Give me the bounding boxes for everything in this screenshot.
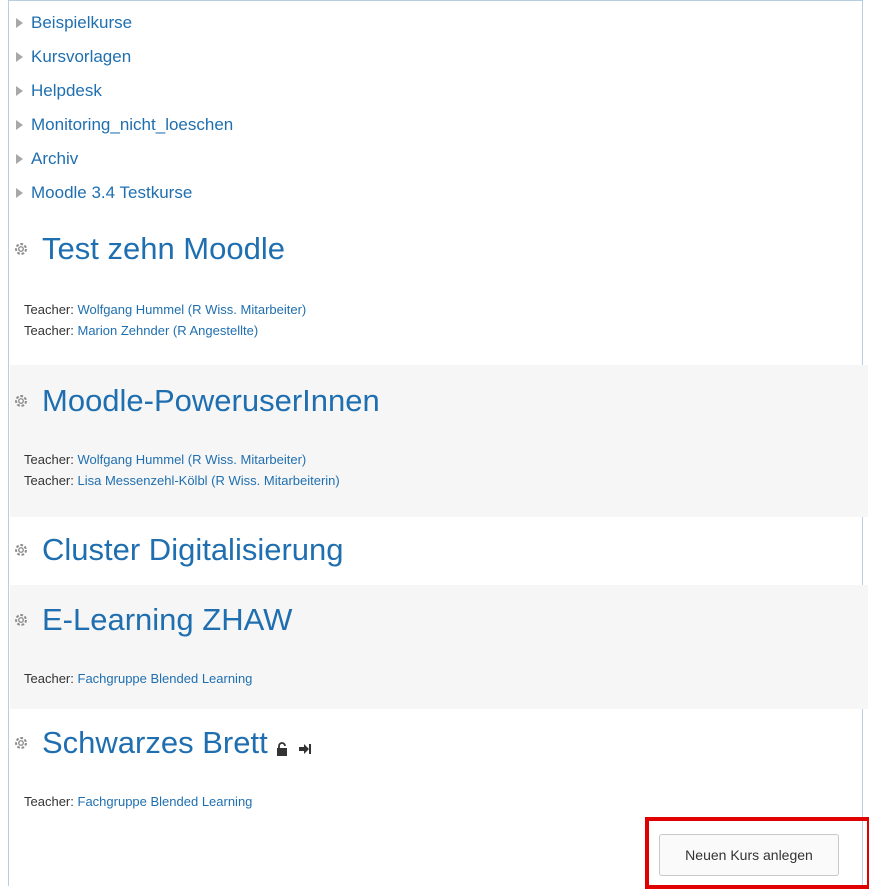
course-title-row: Test zehn Moodle <box>10 229 868 269</box>
category-label[interactable]: Beispielkurse <box>31 13 132 33</box>
new-course-button[interactable]: Neuen Kurs anlegen <box>659 834 839 876</box>
teacher-link[interactable]: Marion Zehnder (R Angestellte) <box>78 323 259 338</box>
category-item[interactable]: Monitoring_nicht_loeschen <box>16 112 233 138</box>
course-title-link[interactable]: E-Learning ZHAW <box>42 602 292 638</box>
teacher-line: Teacher: Marion Zehnder (R Angestellte) <box>10 320 868 341</box>
course-teachers: Teacher: Wolfgang Hummel (R Wiss. Mitarb… <box>10 449 868 491</box>
teacher-line: Teacher: Fachgruppe Blended Learning <box>10 791 868 812</box>
category-label[interactable]: Monitoring_nicht_loeschen <box>31 115 233 135</box>
teacher-role: Teacher: <box>24 452 74 467</box>
expand-icon <box>16 18 23 28</box>
teacher-role: Teacher: <box>24 794 74 809</box>
course-item: Moodle-PoweruserInnen Teacher: Wolfgang … <box>10 365 868 517</box>
course-title-row: Cluster Digitalisierung <box>10 530 868 570</box>
course-title-link[interactable]: Schwarzes Brett <box>42 725 268 761</box>
teacher-link[interactable]: Lisa Messenzehl-Kölbl (R Wiss. Mitarbeit… <box>78 473 340 488</box>
course-item: Test zehn Moodle Teacher: Wolfgang Humme… <box>10 225 868 365</box>
category-item[interactable]: Archiv <box>16 146 78 172</box>
course-title-row: Moodle-PoweruserInnen <box>10 381 868 421</box>
expand-icon <box>16 86 23 96</box>
category-item[interactable]: Beispielkurse <box>16 10 132 36</box>
teacher-role: Teacher: <box>24 302 74 317</box>
teacher-role: Teacher: <box>24 671 74 686</box>
course-title-row: E-Learning ZHAW <box>10 600 868 640</box>
teacher-link[interactable]: Fachgruppe Blended Learning <box>78 671 253 686</box>
teacher-role: Teacher: <box>24 473 74 488</box>
course-title-link[interactable]: Cluster Digitalisierung <box>42 532 344 568</box>
course-gear-icon <box>10 732 32 754</box>
course-item: Schwarzes Brett Teacher: Fachgruppe Blen… <box>10 709 868 819</box>
teacher-line: Teacher: Lisa Messenzehl-Kölbl (R Wiss. … <box>10 470 868 491</box>
category-item[interactable]: Helpdesk <box>16 78 102 104</box>
enrol-icon <box>298 728 312 764</box>
expand-icon <box>16 120 23 130</box>
course-gear-icon <box>10 609 32 631</box>
category-item[interactable]: Moodle 3.4 Testkurse <box>16 180 192 206</box>
course-teachers: Teacher: Wolfgang Hummel (R Wiss. Mitarb… <box>10 299 868 341</box>
course-title-row: Schwarzes Brett <box>10 723 868 763</box>
teacher-link[interactable]: Fachgruppe Blended Learning <box>78 794 253 809</box>
category-label[interactable]: Moodle 3.4 Testkurse <box>31 183 192 203</box>
teacher-link[interactable]: Wolfgang Hummel (R Wiss. Mitarbeiter) <box>78 302 307 317</box>
course-item: Cluster Digitalisierung <box>10 517 868 585</box>
course-title-link[interactable]: Moodle-PoweruserInnen <box>42 383 380 419</box>
course-title-link[interactable]: Test zehn Moodle <box>42 231 285 267</box>
course-enrolment-icons <box>276 728 312 758</box>
teacher-line: Teacher: Wolfgang Hummel (R Wiss. Mitarb… <box>10 299 868 320</box>
course-gear-icon <box>10 539 32 561</box>
course-gear-icon <box>10 390 32 412</box>
course-teachers: Teacher: Fachgruppe Blended Learning <box>10 668 868 689</box>
category-label[interactable]: Kursvorlagen <box>31 47 131 67</box>
course-teachers: Teacher: Fachgruppe Blended Learning <box>10 791 868 812</box>
teacher-line: Teacher: Wolfgang Hummel (R Wiss. Mitarb… <box>10 449 868 470</box>
teacher-link[interactable]: Wolfgang Hummel (R Wiss. Mitarbeiter) <box>78 452 307 467</box>
teacher-line: Teacher: Fachgruppe Blended Learning <box>10 668 868 689</box>
expand-icon <box>16 154 23 164</box>
category-item[interactable]: Kursvorlagen <box>16 44 131 70</box>
expand-icon <box>16 188 23 198</box>
category-label[interactable]: Helpdesk <box>31 81 102 101</box>
teacher-role: Teacher: <box>24 323 74 338</box>
course-item: E-Learning ZHAW Teacher: Fachgruppe Blen… <box>10 585 868 709</box>
unlock-icon <box>276 728 288 764</box>
expand-icon <box>16 52 23 62</box>
course-gear-icon <box>10 238 32 260</box>
category-label[interactable]: Archiv <box>31 149 78 169</box>
